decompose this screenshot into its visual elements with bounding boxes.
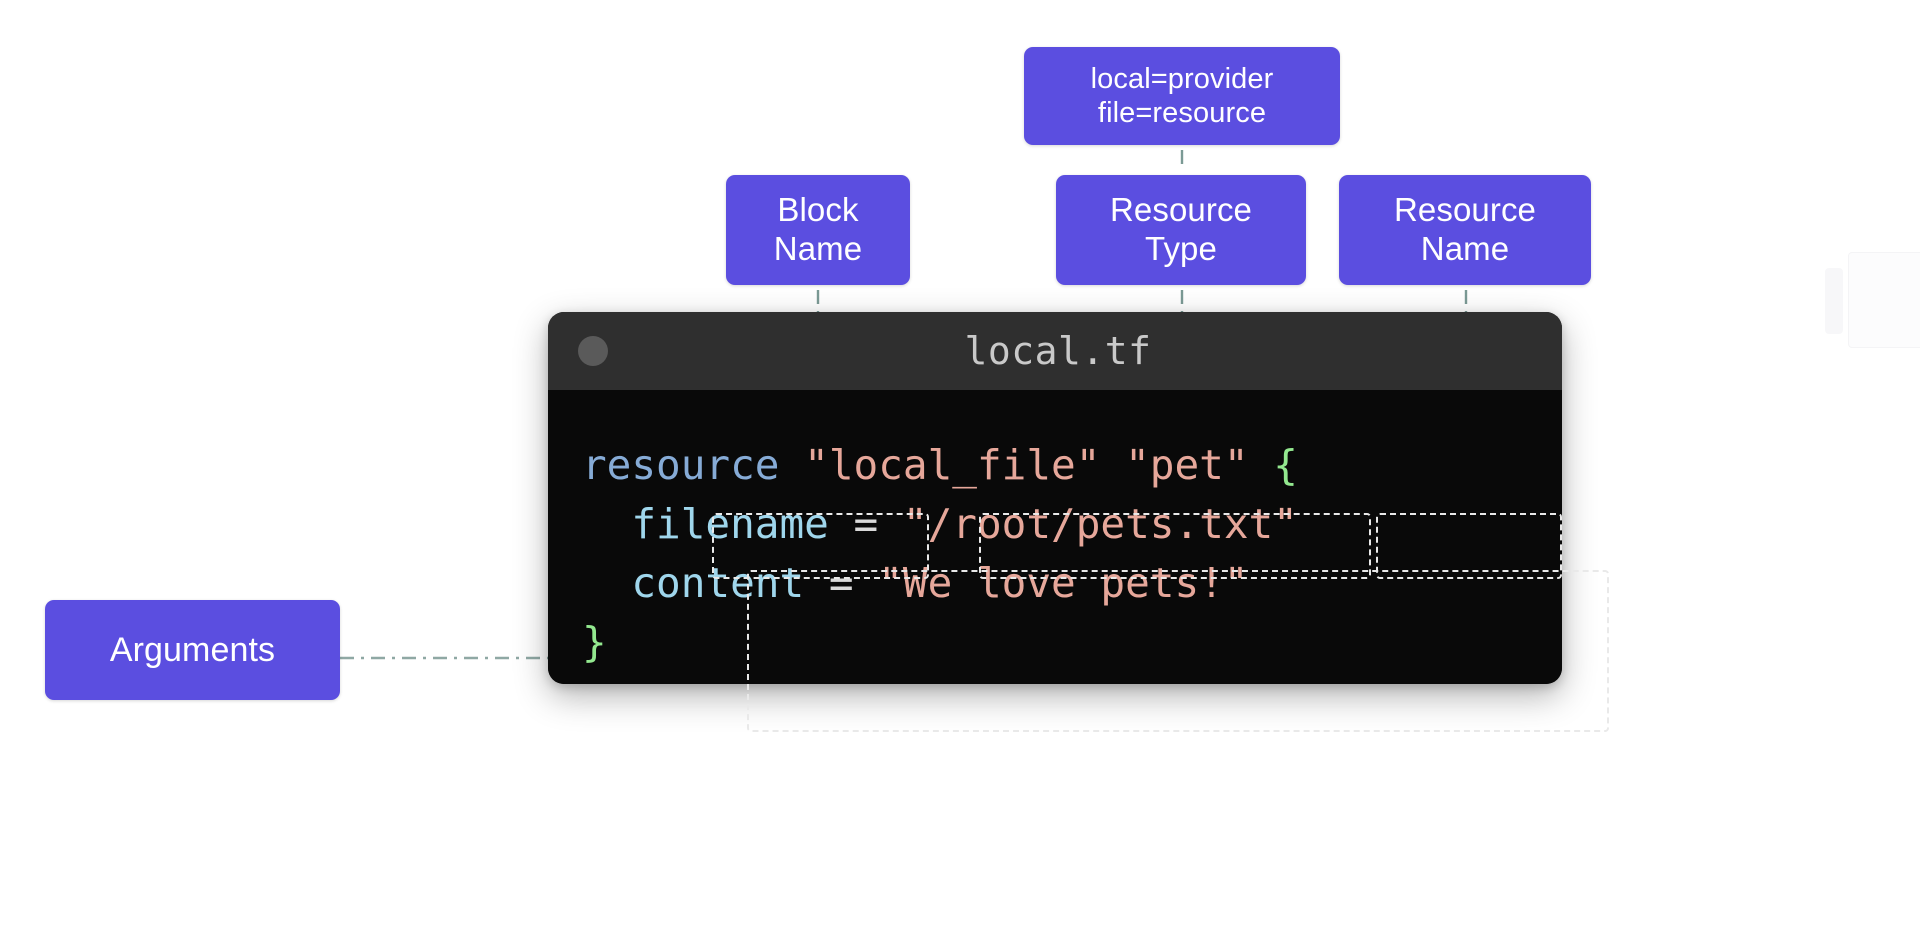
code-line-content: content = "We love pets!": [582, 554, 1562, 613]
token-filename-key: filename: [631, 500, 829, 548]
annotation-block-name[interactable]: Block Name: [726, 175, 910, 285]
token-resource-type: "local_file": [804, 441, 1101, 489]
token-space-4: [829, 500, 854, 548]
window-titlebar: local.tf: [548, 312, 1562, 390]
code-window: local.tf resource "local_file" "pet" { f…: [548, 312, 1562, 684]
token-indent-1: [582, 500, 631, 548]
token-resource-name: "pet": [1125, 441, 1249, 489]
background-panel-artifact-2: [1825, 268, 1843, 334]
token-space-5: [878, 500, 903, 548]
code-line-close-brace: }: [582, 613, 1562, 672]
code-editor[interactable]: resource "local_file" "pet" { filename =…: [548, 390, 1562, 684]
code-line-filename: filename = "/root/pets.txt": [582, 495, 1562, 554]
token-open-brace: {: [1273, 441, 1298, 489]
token-filename-value: "/root/pets.txt": [902, 500, 1298, 548]
token-content-key: content: [631, 559, 805, 607]
code-line-resource: resource "local_file" "pet" {: [582, 436, 1562, 495]
token-equals-1: =: [853, 500, 879, 548]
token-equals-2: =: [828, 559, 854, 607]
annotation-resource-name[interactable]: Resource Name: [1339, 175, 1591, 285]
window-dot-icon[interactable]: [578, 336, 608, 366]
token-space-6: [804, 559, 829, 607]
background-panel-artifact: [1848, 252, 1920, 348]
annotation-resource-type[interactable]: Resource Type: [1056, 175, 1306, 285]
token-close-brace: }: [582, 618, 607, 666]
token-indent-2: [582, 559, 631, 607]
diagram-canvas: local=provider file=resource Block Name …: [0, 0, 1920, 940]
annotation-arguments[interactable]: Arguments: [45, 600, 340, 700]
window-title: local.tf: [964, 329, 1152, 373]
token-content-value: "We love pets!": [878, 559, 1249, 607]
token-resource-keyword: resource: [582, 441, 780, 489]
token-space-2: [1100, 441, 1125, 489]
token-space-7: [854, 559, 879, 607]
token-space-1: [779, 441, 804, 489]
annotation-provider-note[interactable]: local=provider file=resource: [1024, 47, 1340, 145]
token-space-3: [1249, 441, 1274, 489]
